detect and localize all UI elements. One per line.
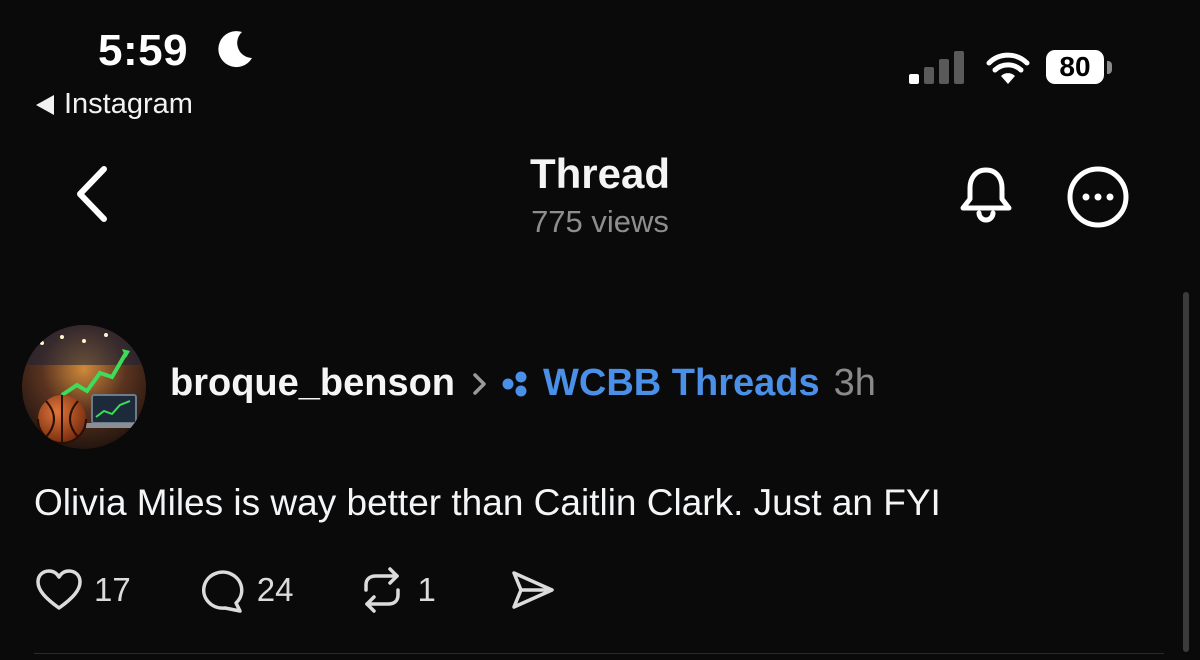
post-timestamp: 3h: [833, 362, 876, 404]
signal-icon: [909, 51, 964, 84]
repost-icon: [364, 567, 401, 613]
views-count: 775 views: [531, 204, 669, 239]
status-time: 5:59: [98, 26, 189, 75]
share-icon: [512, 571, 554, 609]
avatar-image: [22, 325, 146, 449]
post-header: broque_benson WCBB Threads 3h: [170, 362, 876, 405]
username-link[interactable]: broque_benson: [170, 362, 455, 405]
post-actions: 17 24 1: [34, 566, 558, 614]
avatar[interactable]: [22, 325, 146, 449]
heart-icon: [36, 569, 82, 610]
community-link[interactable]: WCBB Threads: [543, 362, 820, 405]
battery-icon: 80: [1046, 50, 1104, 84]
battery-level: 80: [1059, 51, 1091, 82]
back-triangle-icon: [36, 94, 54, 115]
page-title: Thread: [529, 150, 671, 197]
community-icon: [502, 371, 527, 396]
repost-button[interactable]: 1: [357, 566, 436, 614]
post-text: Olivia Miles is way better than Caitlin …: [34, 482, 941, 523]
back-to-app-link[interactable]: Instagram: [34, 88, 193, 121]
reply-count: 24: [256, 571, 294, 608]
like-button[interactable]: 17: [34, 566, 131, 614]
more-icon[interactable]: [1065, 164, 1131, 230]
battery-nub: [1107, 61, 1112, 74]
chevron-right-icon: [473, 372, 486, 395]
wifi-icon: [986, 52, 1030, 84]
divider: [34, 653, 1164, 654]
scrollbar[interactable]: [1183, 292, 1189, 652]
reply-button[interactable]: 24: [197, 566, 294, 614]
bell-icon[interactable]: [955, 163, 1017, 225]
comment-icon: [201, 570, 244, 613]
moon-icon: [218, 31, 252, 68]
share-button[interactable]: [508, 566, 558, 614]
back-app-label: Instagram: [64, 88, 193, 120]
repost-count: 1: [417, 571, 436, 608]
like-count: 17: [94, 571, 131, 608]
